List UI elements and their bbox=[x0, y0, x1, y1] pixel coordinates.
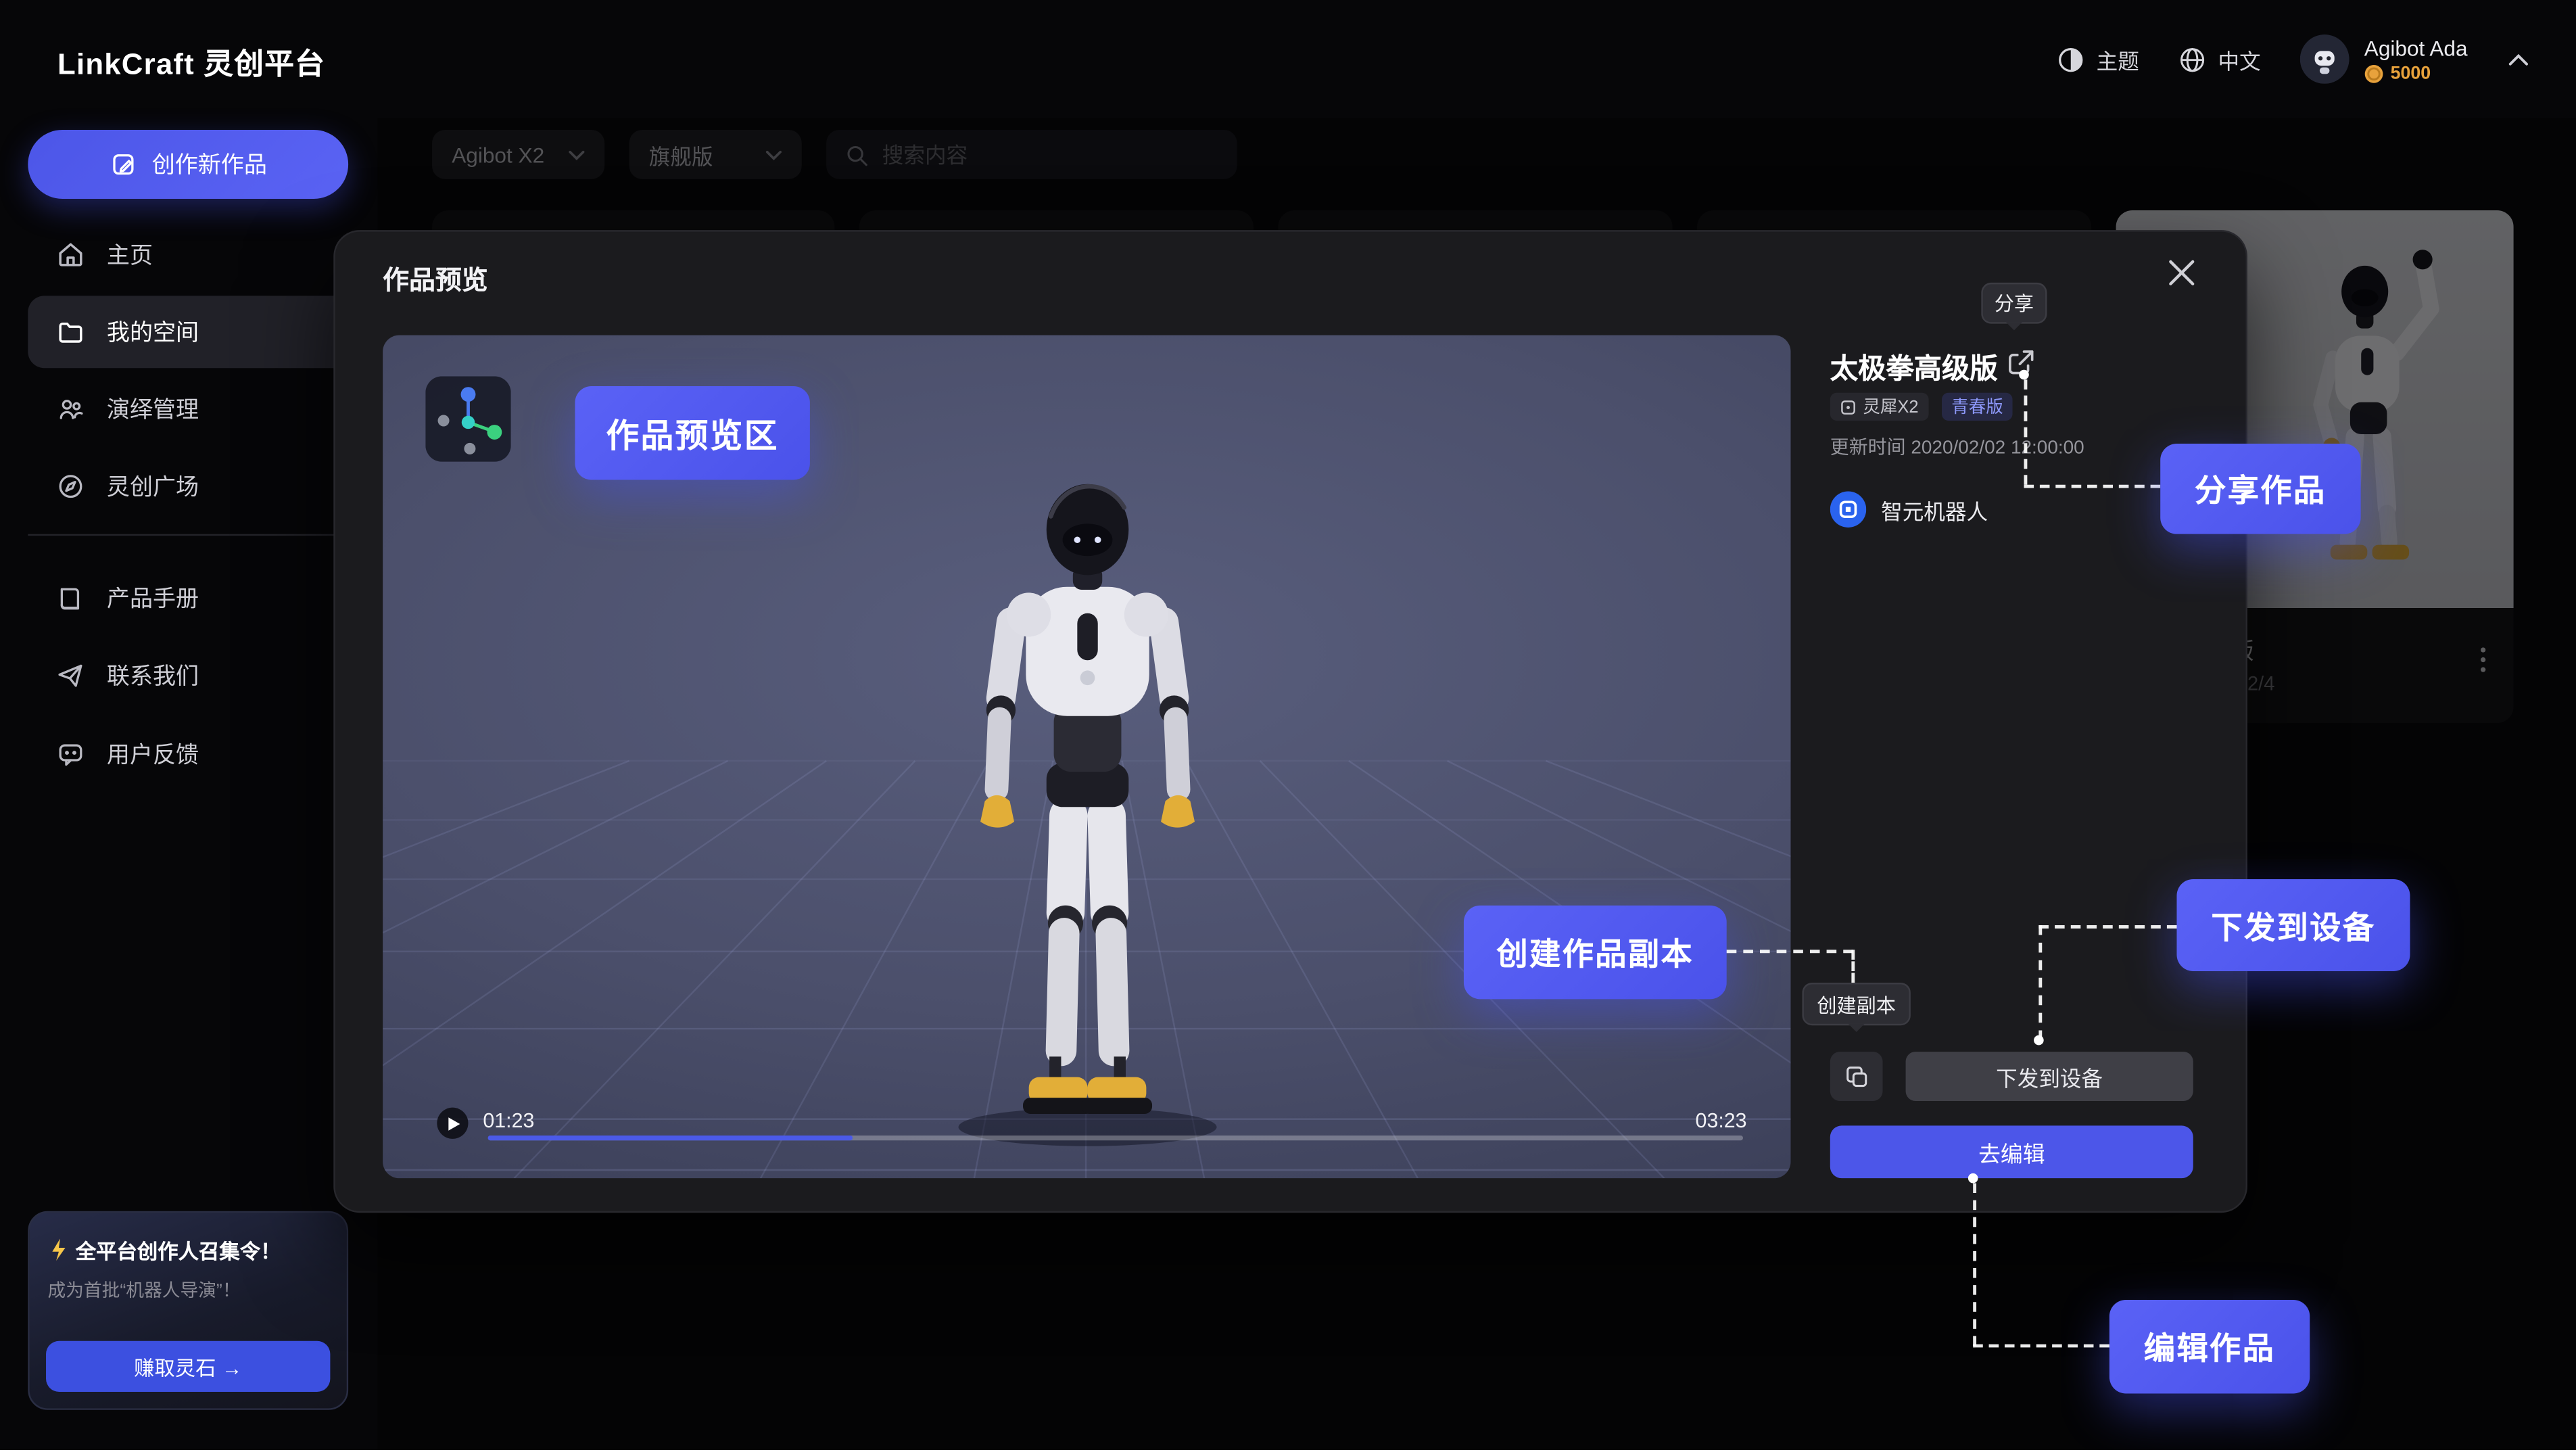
chat-bubble-icon bbox=[56, 739, 86, 769]
total-time: 03:23 bbox=[1696, 1109, 1747, 1132]
create-work-button[interactable]: 创作新作品 bbox=[28, 130, 348, 199]
go-edit-button[interactable]: 去编辑 bbox=[1830, 1125, 2193, 1178]
theme-toggle[interactable]: 主题 bbox=[2057, 43, 2139, 74]
edit-square-icon bbox=[110, 150, 137, 178]
sidebar-item-performance[interactable]: 演绎管理 bbox=[28, 373, 350, 446]
copy-work-button[interactable] bbox=[1830, 1052, 1883, 1101]
sidebar-item-label: 灵创广场 bbox=[107, 470, 199, 503]
users-icon bbox=[56, 394, 86, 424]
sidebar-divider bbox=[28, 534, 350, 536]
create-work-label: 创作新作品 bbox=[152, 148, 267, 181]
sidebar-item-contact[interactable]: 联系我们 bbox=[28, 639, 350, 711]
app-logo: LinkCraft 灵创平台 bbox=[57, 41, 325, 84]
top-bar: LinkCraft 灵创平台 主题 中文 Agibot Ada 5000 bbox=[0, 0, 2576, 118]
send-to-device-button[interactable]: 下发到设备 bbox=[1906, 1052, 2193, 1101]
sidebar: 创作新作品 主页 我的空间 演绎管理 灵创广场 产品手册 联系我们 bbox=[0, 118, 378, 1449]
author-row: 智元机器人 bbox=[1830, 492, 1988, 528]
close-icon[interactable] bbox=[2167, 258, 2197, 287]
promo-title-row: 全平台创作人召集令！ bbox=[47, 1234, 328, 1265]
sidebar-item-square[interactable]: 灵创广场 bbox=[28, 450, 350, 523]
language-switcher[interactable]: 中文 bbox=[2178, 43, 2261, 74]
user-menu[interactable]: Agibot Ada 5000 bbox=[2300, 34, 2468, 84]
chevron-up-icon[interactable] bbox=[2507, 52, 2530, 67]
compass-icon bbox=[56, 471, 86, 501]
play-icon bbox=[448, 1117, 460, 1129]
promo-card: 全平台创作人召集令！ 成为首批“机器人导演”！ 赚取灵石 → bbox=[28, 1211, 348, 1410]
sidebar-item-label: 联系我们 bbox=[107, 659, 199, 692]
robot-3d-model bbox=[867, 463, 1308, 1154]
header-actions: 主题 中文 Agibot Ada 5000 bbox=[2057, 0, 2530, 118]
sidebar-item-label: 我的空间 bbox=[107, 316, 199, 349]
paper-plane-icon bbox=[56, 661, 86, 691]
author-name: 智元机器人 bbox=[1881, 494, 1988, 525]
avatar bbox=[2300, 34, 2350, 84]
promo-title: 全平台创作人召集令！ bbox=[76, 1234, 281, 1265]
sidebar-item-manual[interactable]: 产品手册 bbox=[28, 562, 350, 634]
language-label: 中文 bbox=[2218, 43, 2260, 74]
sidebar-item-label: 主页 bbox=[107, 238, 153, 271]
seek-bar[interactable] bbox=[488, 1136, 1743, 1140]
app-root: LinkCraft 灵创平台 主题 中文 Agibot Ada 5000 bbox=[0, 0, 2576, 1449]
player-progress-fill bbox=[488, 1136, 852, 1140]
sidebar-item-feedback[interactable]: 用户反馈 bbox=[28, 718, 350, 791]
play-button[interactable] bbox=[437, 1108, 468, 1139]
globe-icon bbox=[2178, 45, 2206, 73]
updated-time: 更新时间 2020/02/02 12:00:00 bbox=[1830, 434, 2084, 460]
modal-title: 作品预览 bbox=[383, 258, 488, 297]
folder-icon bbox=[56, 317, 86, 347]
current-time: 01:23 bbox=[483, 1109, 534, 1132]
earn-gems-button[interactable]: 赚取灵石 → bbox=[46, 1341, 330, 1392]
home-icon bbox=[56, 240, 86, 270]
promo-subtitle: 成为首批“机器人导演”！ bbox=[47, 1277, 328, 1303]
work-preview-modal: 作品预览 bbox=[333, 230, 2247, 1213]
coin-amount: 5000 bbox=[2391, 64, 2431, 83]
work-title: 太极拳高级版 bbox=[1830, 345, 1998, 386]
coin-icon bbox=[2364, 64, 2384, 83]
axis-gizmo[interactable] bbox=[425, 376, 510, 461]
chip-icon bbox=[1840, 398, 1856, 415]
lightning-icon bbox=[47, 1238, 67, 1262]
user-meta: Agibot Ada 5000 bbox=[2364, 35, 2468, 83]
theme-icon bbox=[2057, 45, 2084, 73]
sidebar-item-home[interactable]: 主页 bbox=[28, 218, 350, 291]
book-icon bbox=[56, 584, 86, 613]
author-avatar bbox=[1830, 492, 1866, 528]
share-icon[interactable] bbox=[2004, 347, 2037, 380]
coin-balance: 5000 bbox=[2364, 64, 2468, 83]
sidebar-item-label: 用户反馈 bbox=[107, 738, 199, 771]
copy-icon bbox=[1843, 1063, 1869, 1090]
sidebar-item-my-space[interactable]: 我的空间 bbox=[28, 296, 350, 368]
sidebar-item-label: 产品手册 bbox=[107, 582, 199, 615]
model-tag: 灵犀X2 bbox=[1830, 393, 1928, 421]
tag-row: 灵犀X2 青春版 bbox=[1830, 393, 2013, 421]
user-name: Agibot Ada bbox=[2364, 35, 2468, 60]
theme-label: 主题 bbox=[2097, 43, 2139, 74]
sidebar-item-label: 演绎管理 bbox=[107, 393, 199, 426]
edition-tag: 青春版 bbox=[1942, 393, 2013, 421]
preview-viewport[interactable]: 01:23 03:23 bbox=[383, 335, 1790, 1178]
